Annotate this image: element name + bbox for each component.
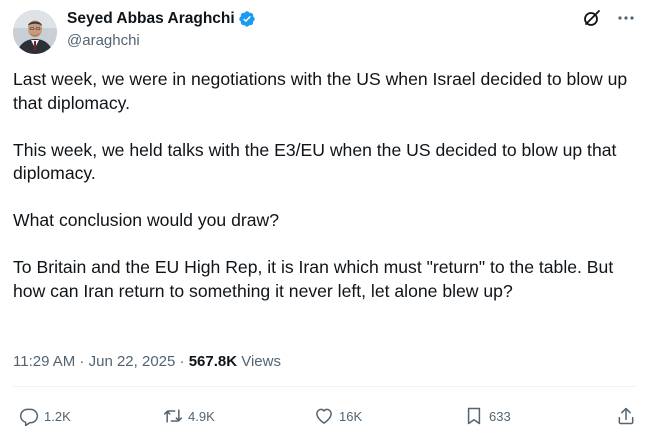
- display-name[interactable]: Seyed Abbas Araghchi: [67, 10, 235, 28]
- verified-badge-icon[interactable]: [238, 10, 256, 28]
- meta-separator: ·: [175, 353, 189, 370]
- heart-icon: [314, 406, 334, 426]
- tweet-time[interactable]: 11:29 AM: [13, 353, 75, 370]
- tweet-text: Last week, we were in negotiations with …: [13, 68, 638, 303]
- repost-count: 4.9K: [188, 408, 215, 424]
- avatar-image: [13, 10, 57, 54]
- tweet-paragraph: This week, we held talks with the E3/EU …: [13, 139, 617, 184]
- share-button[interactable]: [616, 406, 636, 426]
- action-bar: 1.2K 4.9K 16K 633: [13, 404, 636, 428]
- tweet-paragraph: What conclusion would you draw?: [13, 210, 280, 230]
- like-button[interactable]: 16K: [314, 406, 362, 426]
- tweet-paragraph: To Britain and the EU High Rep, it is Ir…: [13, 257, 614, 301]
- repost-icon: [163, 406, 183, 426]
- views-count[interactable]: 567.8K: [189, 353, 237, 370]
- tweet-card: Seyed Abbas Araghchi @araghchi Last week…: [0, 0, 646, 441]
- reply-count: 1.2K: [44, 408, 71, 424]
- header-actions: [582, 8, 636, 28]
- tweet-date[interactable]: Jun 22, 2025: [89, 353, 176, 370]
- reply-button[interactable]: 1.2K: [19, 406, 71, 426]
- avatar[interactable]: [13, 10, 57, 54]
- tweet-meta: 11:29 AM · Jun 22, 2025 · 567.8K Views: [13, 353, 281, 370]
- reply-icon: [19, 406, 39, 426]
- like-count: 16K: [339, 408, 363, 424]
- bookmark-button[interactable]: 633: [464, 406, 511, 426]
- divider: [13, 386, 636, 387]
- name-row: Seyed Abbas Araghchi: [67, 9, 256, 29]
- more-icon[interactable]: [616, 8, 636, 28]
- bookmark-icon: [464, 406, 484, 426]
- bookmark-count: 633: [489, 408, 511, 424]
- meta-separator: ·: [75, 353, 89, 370]
- views-label: Views: [237, 353, 281, 370]
- tweet-header: Seyed Abbas Araghchi @araghchi: [13, 8, 636, 56]
- author-block: Seyed Abbas Araghchi @araghchi: [67, 9, 256, 49]
- share-icon: [616, 406, 636, 426]
- handle[interactable]: @araghchi: [67, 32, 256, 49]
- tweet-paragraph: Last week, we were in negotiations with …: [13, 69, 628, 113]
- grok-icon[interactable]: [582, 8, 602, 28]
- repost-button[interactable]: 4.9K: [163, 406, 215, 426]
